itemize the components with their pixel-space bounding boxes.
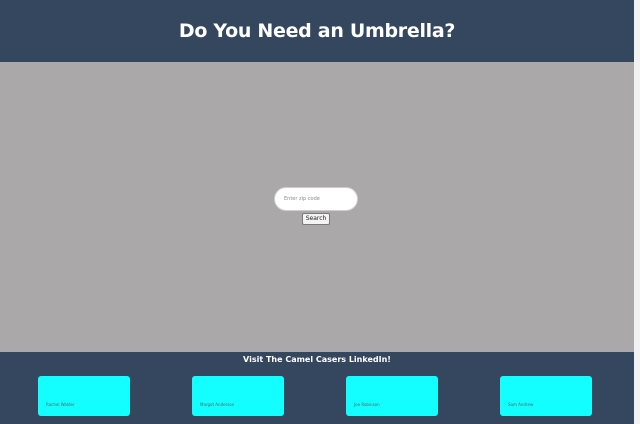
zip-code-input[interactable] [274,187,358,211]
linkedin-card-rachel[interactable]: Rachel Walder [38,376,130,416]
page-footer: Visit The Camel Casers LinkedIn! Rachel … [0,352,634,424]
page-title: Do You Need an Umbrella? [178,20,456,42]
page-scrollbar[interactable] [634,0,640,424]
page-header: Do You Need an Umbrella? [0,0,634,62]
linkedin-card-margot[interactable]: Margot Anderson [192,376,284,416]
linkedin-card-label: Sam Andrew [508,402,534,407]
page: Do You Need an Umbrella? Search Visit Th… [0,0,634,424]
linkedin-card-label: Rachel Walder [46,402,75,407]
linkedin-card-sam[interactable]: Sam Andrew [500,376,592,416]
linkedin-card-label: Margot Anderson [200,402,235,407]
linkedin-card-label: Joe Robinson [354,402,380,407]
linkedin-card-joe[interactable]: Joe Robinson [346,376,438,416]
footer-title: Visit The Camel Casers LinkedIn! [243,355,391,364]
main-content: Search [0,62,634,352]
search-button[interactable]: Search [302,213,330,225]
